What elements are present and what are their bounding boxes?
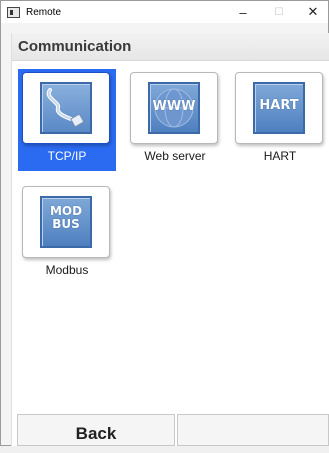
- hart-icon-text: HART: [259, 98, 299, 113]
- web-server-icon-frame: WWW: [130, 72, 218, 144]
- tile-label-tcpip: TCP/IP: [47, 149, 87, 163]
- section-title: Communication: [12, 33, 329, 61]
- modbus-icon-text: MOD BUS: [49, 204, 83, 231]
- content-panel: Communication TCP/IP WWW Web server HART…: [11, 33, 329, 446]
- tile-web-server[interactable]: WWW Web server: [126, 69, 224, 171]
- maximize-button[interactable]: ☐: [265, 1, 293, 23]
- tcpip-icon-frame: [22, 72, 110, 144]
- app-icon: [7, 6, 20, 18]
- tile-label-modbus: Modbus: [45, 263, 89, 277]
- hart-icon-frame: HART: [235, 72, 323, 144]
- www-icon-text: WWW: [152, 99, 196, 114]
- tile-modbus[interactable]: MOD BUS Modbus: [18, 183, 116, 285]
- network-cable-icon: [40, 82, 92, 134]
- tile-label-web-server: Web server: [144, 149, 206, 163]
- www-globe-icon: WWW: [148, 82, 200, 134]
- modbus-icon: MOD BUS: [40, 196, 92, 248]
- minimize-button[interactable]: –: [229, 1, 257, 23]
- window-title: Remote: [26, 6, 62, 18]
- modbus-icon-frame: MOD BUS: [22, 186, 110, 258]
- right-softkey-button[interactable]: [177, 414, 329, 446]
- tile-label-hart: HART: [263, 149, 297, 163]
- tile-tcpip[interactable]: TCP/IP: [18, 69, 116, 171]
- bottom-bar: Back: [11, 414, 329, 446]
- back-button[interactable]: Back: [17, 414, 175, 446]
- hart-icon: HART: [253, 82, 305, 134]
- title-bar[interactable]: Remote – ☐ ✕: [1, 1, 328, 23]
- tile-hart[interactable]: HART HART: [231, 69, 329, 171]
- close-button[interactable]: ✕: [299, 1, 327, 23]
